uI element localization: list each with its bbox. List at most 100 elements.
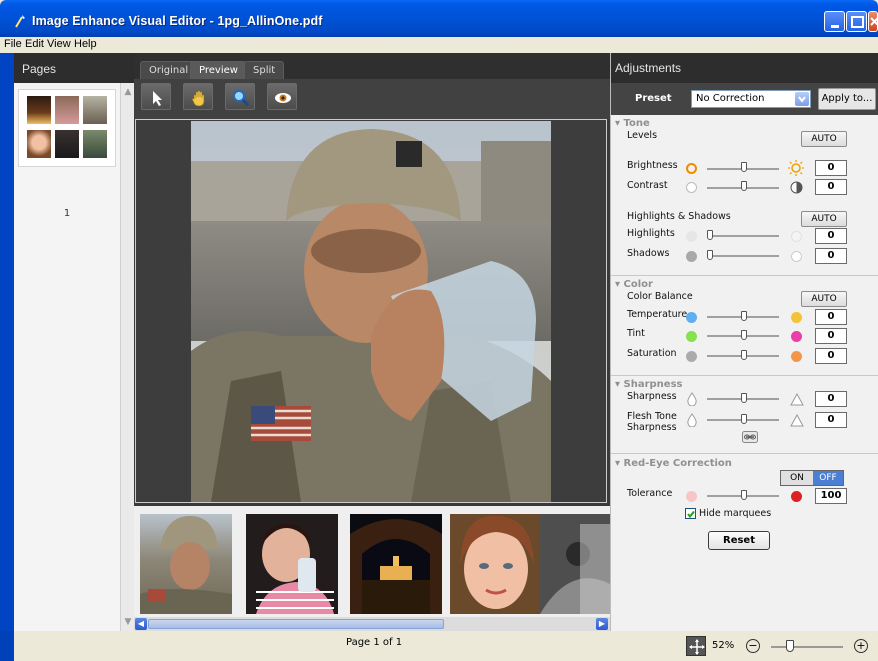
- sharpness-label: Sharpness: [627, 391, 677, 402]
- tint-green-icon: [686, 331, 697, 342]
- hide-marquees-checkbox[interactable]: [685, 508, 696, 519]
- sharpness-high-icon: [790, 393, 804, 406]
- shadows-value[interactable]: 0: [815, 248, 847, 264]
- page-thumb-image-5: [55, 130, 79, 158]
- apply-to-button[interactable]: Apply to...: [818, 88, 876, 110]
- redeye-section-header[interactable]: ▾ Red-Eye Correction: [615, 458, 732, 469]
- pages-panel: Pages 1 ▲ ▼: [14, 53, 134, 631]
- maximize-button[interactable]: [846, 11, 867, 32]
- redeye-header-label: Red-Eye Correction: [623, 458, 732, 469]
- saturation-slider-handle[interactable]: [741, 350, 747, 360]
- highlights-slider-handle[interactable]: [707, 230, 713, 240]
- film-thumb-night[interactable]: [350, 514, 442, 614]
- pointer-tool-button[interactable]: [141, 83, 171, 110]
- divider: [611, 275, 878, 276]
- menu-help[interactable]: Help: [74, 38, 97, 50]
- levels-auto-button[interactable]: AUTO: [801, 131, 847, 147]
- saturation-value[interactable]: 0: [815, 348, 847, 364]
- zoom-slider-handle[interactable]: [786, 640, 794, 652]
- tone-header-label: Tone: [623, 118, 650, 129]
- color-section-header[interactable]: ▾ Color: [615, 279, 653, 290]
- film-thumb-child-image: [256, 524, 334, 614]
- scroll-left-button[interactable]: ◀: [135, 618, 147, 630]
- tolerance-value[interactable]: 100: [815, 488, 847, 504]
- redeye-off-button[interactable]: OFF: [813, 471, 843, 485]
- film-thumb-portrait[interactable]: [450, 514, 542, 614]
- film-thumb-bubble[interactable]: [540, 514, 610, 614]
- temperature-value[interactable]: 0: [815, 309, 847, 325]
- tolerance-slider-handle[interactable]: [741, 490, 747, 500]
- preset-dropdown[interactable]: No Correction: [691, 90, 811, 108]
- minimize-button[interactable]: [824, 11, 845, 32]
- reset-button[interactable]: Reset: [708, 531, 770, 550]
- brightness-slider-handle[interactable]: [741, 162, 747, 172]
- adjustments-title: Adjustments: [611, 53, 878, 83]
- sharpness-slider-handle[interactable]: [741, 393, 747, 403]
- scroll-down-icon[interactable]: ▼: [123, 617, 133, 627]
- image-canvas[interactable]: [135, 119, 607, 503]
- color-auto-button[interactable]: AUTO: [801, 291, 847, 307]
- contrast-low-icon: [686, 182, 697, 193]
- sharpness-header-label: Sharpness: [623, 379, 683, 390]
- tint-slider-handle[interactable]: [741, 330, 747, 340]
- divider: [611, 453, 878, 454]
- brightness-value[interactable]: 0: [815, 160, 847, 176]
- flesh-tone-value[interactable]: 0: [815, 412, 847, 428]
- editor-area: Original Preview Split ◀ ▶: [134, 53, 610, 631]
- app-icon: [15, 15, 25, 28]
- main-preview-image[interactable]: [191, 121, 551, 502]
- status-bar: Page 1 of 1 52% − +: [0, 631, 878, 661]
- film-thumb-soldier[interactable]: [140, 514, 232, 614]
- highlights-shadows-auto-button[interactable]: AUTO: [801, 211, 847, 227]
- tab-preview[interactable]: Preview: [190, 61, 247, 79]
- temperature-slider-handle[interactable]: [741, 311, 747, 321]
- link-icon[interactable]: [742, 431, 758, 443]
- redeye-toggle[interactable]: ON OFF: [780, 470, 844, 486]
- hand-tool-button[interactable]: [183, 83, 213, 110]
- preset-label: Preset: [635, 93, 672, 104]
- zoom-out-icon[interactable]: −: [746, 639, 760, 653]
- brightness-label: Brightness: [627, 160, 678, 171]
- zoom-slider[interactable]: [771, 646, 843, 648]
- film-thumb-soldier-image: [140, 516, 232, 614]
- highlights-slider[interactable]: [707, 235, 779, 237]
- film-thumb-bubble-image: [540, 514, 610, 614]
- hand-icon: [191, 90, 205, 107]
- sharpness-section-header[interactable]: ▾ Sharpness: [615, 379, 682, 390]
- preview-tool-button[interactable]: [267, 83, 297, 110]
- pointer-icon: [153, 91, 162, 106]
- highlights-value[interactable]: 0: [815, 228, 847, 244]
- filmstrip-scroll-thumb[interactable]: [148, 619, 444, 629]
- filmstrip-scrollbar[interactable]: ◀ ▶: [134, 617, 610, 631]
- tone-section-header[interactable]: ▾ Tone: [615, 118, 650, 129]
- shadows-slider[interactable]: [707, 255, 779, 257]
- redeye-on-button[interactable]: ON: [781, 471, 813, 485]
- menu-edit[interactable]: Edit: [25, 38, 44, 50]
- fit-to-window-button[interactable]: [686, 636, 706, 656]
- zoom-in-icon[interactable]: +: [854, 639, 868, 653]
- pages-panel-title: Pages: [14, 53, 134, 83]
- scroll-up-icon[interactable]: ▲: [123, 87, 133, 97]
- pages-scrollbar[interactable]: ▲ ▼: [120, 83, 134, 631]
- contrast-value[interactable]: 0: [815, 179, 847, 195]
- tab-original[interactable]: Original: [140, 61, 198, 79]
- image-filmstrip: [134, 506, 610, 617]
- flesh-tone-slider-handle[interactable]: [741, 414, 747, 424]
- tab-split[interactable]: Split: [244, 61, 285, 79]
- page-thumb-image-1: [27, 96, 51, 124]
- dropdown-arrow-icon[interactable]: [795, 92, 809, 106]
- shadows-slider-handle[interactable]: [707, 250, 713, 260]
- zoom-tool-button[interactable]: [225, 83, 255, 110]
- scroll-right-button[interactable]: ▶: [596, 618, 608, 630]
- page-thumbnail[interactable]: [18, 89, 116, 167]
- close-button[interactable]: [868, 11, 878, 32]
- film-thumb-child[interactable]: [246, 514, 338, 614]
- menu-view[interactable]: View: [47, 38, 71, 50]
- menu-file[interactable]: File: [4, 38, 22, 50]
- window-border-left: [0, 631, 14, 661]
- tint-value[interactable]: 0: [815, 328, 847, 344]
- hide-marquees-label[interactable]: Hide marquees: [699, 508, 771, 519]
- shadows-label: Shadows: [627, 248, 670, 259]
- sharpness-value[interactable]: 0: [815, 391, 847, 407]
- contrast-slider-handle[interactable]: [741, 181, 747, 191]
